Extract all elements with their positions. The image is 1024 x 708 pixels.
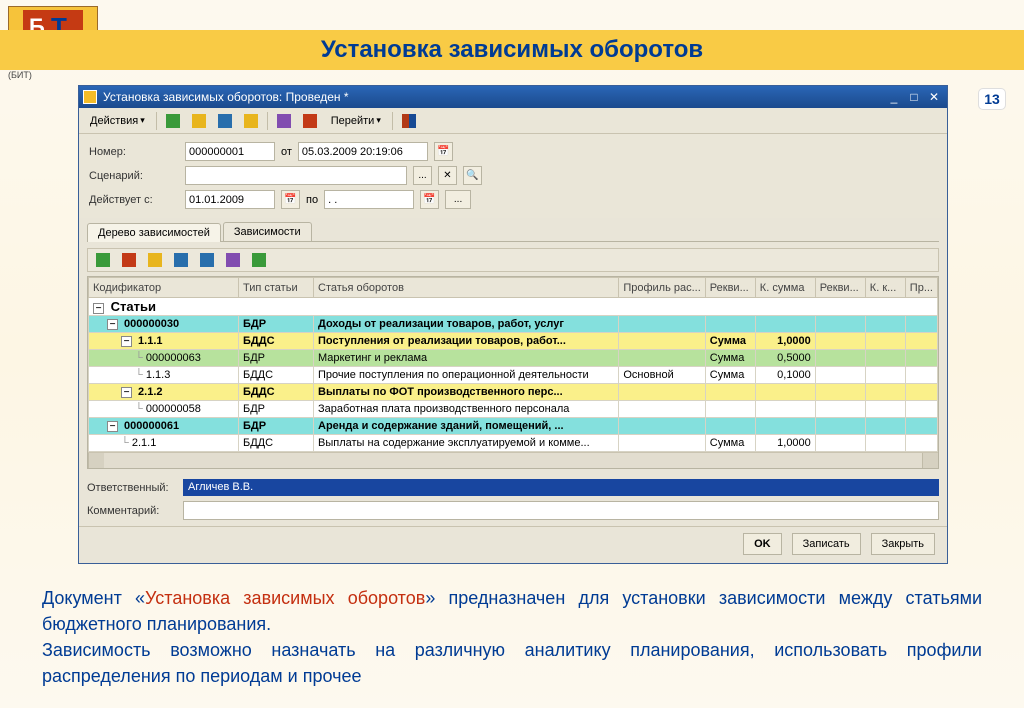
scenario-clear-button[interactable]: ✕	[438, 166, 457, 185]
grid-btn-filter[interactable]	[247, 250, 271, 270]
magnifier-icon: 🔍	[466, 170, 478, 181]
col-ksum[interactable]: К. сумма	[755, 278, 815, 298]
doc-icon	[192, 114, 206, 128]
col-article[interactable]: Статья оборотов	[314, 278, 619, 298]
from-label: от	[281, 146, 292, 158]
grid-row[interactable]: − 1.1.1БДДСПоступления от реализации тов…	[89, 333, 938, 350]
grid: Кодификатор Тип статьи Статья оборотов П…	[87, 276, 939, 469]
col-req1[interactable]: Рекви...	[705, 278, 755, 298]
responsible-value[interactable]: Агличев В.В.	[183, 479, 939, 496]
col-type[interactable]: Тип статьи	[239, 278, 314, 298]
minimize-button[interactable]: _	[885, 89, 903, 105]
valid-to-calendar-button[interactable]: 📅	[420, 190, 439, 209]
number-input[interactable]	[185, 142, 275, 161]
tree-icon	[303, 114, 317, 128]
grid-row[interactable]: └ 1.1.3БДДСПрочие поступления по операци…	[89, 367, 938, 384]
grid-row[interactable]: − 000000030БДРДоходы от реализации товар…	[89, 316, 938, 333]
pencil-icon	[148, 253, 162, 267]
toolbar-btn-1[interactable]	[161, 111, 185, 131]
desc-highlight: Установка зависимых оборотов	[145, 588, 425, 608]
valid-from-calendar-button[interactable]: 📅	[281, 190, 300, 209]
window-title: Установка зависимых оборотов: Проведен *	[103, 90, 883, 104]
tab-dependencies[interactable]: Зависимости	[223, 222, 312, 241]
toolbar-btn-3[interactable]	[213, 111, 237, 131]
grid-btn-edit[interactable]	[143, 250, 167, 270]
x-icon	[122, 253, 136, 267]
grid-header-row: Кодификатор Тип статьи Статья оборотов П…	[89, 278, 938, 298]
maximize-button[interactable]: □	[905, 89, 923, 105]
col-pr[interactable]: Пр...	[905, 278, 937, 298]
footer-fields: Ответственный: Агличев В.В. Комментарий:	[87, 479, 939, 520]
link-icon	[277, 114, 291, 128]
arrow-down-icon	[200, 253, 214, 267]
date-range-button[interactable]: ...	[445, 190, 471, 209]
play-icon	[166, 114, 180, 128]
responsible-label: Ответственный:	[87, 482, 177, 494]
scenario-select-button[interactable]: ...	[413, 166, 432, 185]
slide-number: 13	[978, 88, 1006, 110]
grid-btn-add[interactable]	[91, 250, 115, 270]
spreadsheet-icon	[244, 114, 258, 128]
close-window-button[interactable]: ✕	[925, 89, 943, 105]
dialog-buttons: OK Записать Закрыть	[79, 526, 947, 563]
grid-btn-del[interactable]	[117, 250, 141, 270]
valid-from-label: Действует с:	[89, 194, 179, 206]
slide-title: Установка зависимых оборотов	[321, 36, 703, 64]
toolbar-btn-2[interactable]	[187, 111, 211, 131]
valid-from-input[interactable]	[185, 190, 275, 209]
number-label: Номер:	[89, 146, 179, 158]
grid-hscroll[interactable]	[88, 452, 938, 468]
bt-logo-icon	[402, 114, 416, 128]
tabs: Дерево зависимостей Зависимости	[87, 222, 939, 242]
to-label: по	[306, 194, 318, 206]
refresh-icon	[218, 114, 232, 128]
date-input[interactable]	[298, 142, 428, 161]
close-button[interactable]: Закрыть	[871, 533, 935, 555]
tab-dependency-tree[interactable]: Дерево зависимостей	[87, 223, 221, 242]
col-kk[interactable]: К. к...	[865, 278, 905, 298]
save-button[interactable]: Записать	[792, 533, 861, 555]
arrow-up-icon	[174, 253, 188, 267]
grid-toolbar	[87, 248, 939, 272]
ok-button[interactable]: OK	[743, 533, 782, 555]
calendar-icon: 📅	[437, 146, 449, 157]
toolbar-btn-5[interactable]	[272, 111, 296, 131]
filter-icon	[252, 253, 266, 267]
plus-icon	[96, 253, 110, 267]
scenario-search-button[interactable]: 🔍	[463, 166, 482, 185]
actions-menu[interactable]: Действия▾	[83, 111, 152, 131]
col-code[interactable]: Кодификатор	[89, 278, 239, 298]
grid-row[interactable]: └ 000000063БДРМаркетинг и рекламаСумма0,…	[89, 350, 938, 367]
grid-row[interactable]: − 000000061БДРАренда и содержание зданий…	[89, 418, 938, 435]
comment-input[interactable]	[183, 501, 939, 520]
grid-row[interactable]: └ 000000058БДРЗаработная плата производс…	[89, 401, 938, 418]
toolbar-btn-4[interactable]	[239, 111, 263, 131]
grid-btn-up[interactable]	[169, 250, 193, 270]
scenario-label: Сценарий:	[89, 170, 179, 182]
grid-row[interactable]: − 2.1.2БДДСВыплаты по ФОТ производственн…	[89, 384, 938, 401]
sort-icon	[226, 253, 240, 267]
comment-label: Комментарий:	[87, 505, 177, 517]
col-profile[interactable]: Профиль рас...	[619, 278, 705, 298]
main-toolbar: Действия▾ Перейти▾	[79, 108, 947, 134]
date-picker-button[interactable]: 📅	[434, 142, 453, 161]
grid-btn-down[interactable]	[195, 250, 219, 270]
app-window: Установка зависимых оборотов: Проведен *…	[78, 85, 948, 564]
grid-root-row[interactable]: − Статьи	[89, 298, 938, 316]
col-req2[interactable]: Рекви...	[815, 278, 865, 298]
slide-description: Документ «Установка зависимых оборотов» …	[42, 585, 982, 689]
scenario-input[interactable]	[185, 166, 407, 185]
slide-title-band: Установка зависимых оборотов	[0, 30, 1024, 70]
grid-btn-sort[interactable]	[221, 250, 245, 270]
toolbar-btn-logo[interactable]	[397, 111, 421, 131]
titlebar[interactable]: Установка зависимых оборотов: Проведен *…	[79, 86, 947, 108]
toolbar-btn-6[interactable]	[298, 111, 322, 131]
window-icon	[83, 90, 97, 104]
goto-menu[interactable]: Перейти▾	[324, 111, 388, 131]
grid-row[interactable]: └ 2.1.1БДДСВыплаты на содержание эксплуа…	[89, 435, 938, 452]
form-header: Номер: от 📅 Сценарий: ... ✕ 🔍 Действует …	[79, 134, 947, 218]
valid-to-input[interactable]	[324, 190, 414, 209]
